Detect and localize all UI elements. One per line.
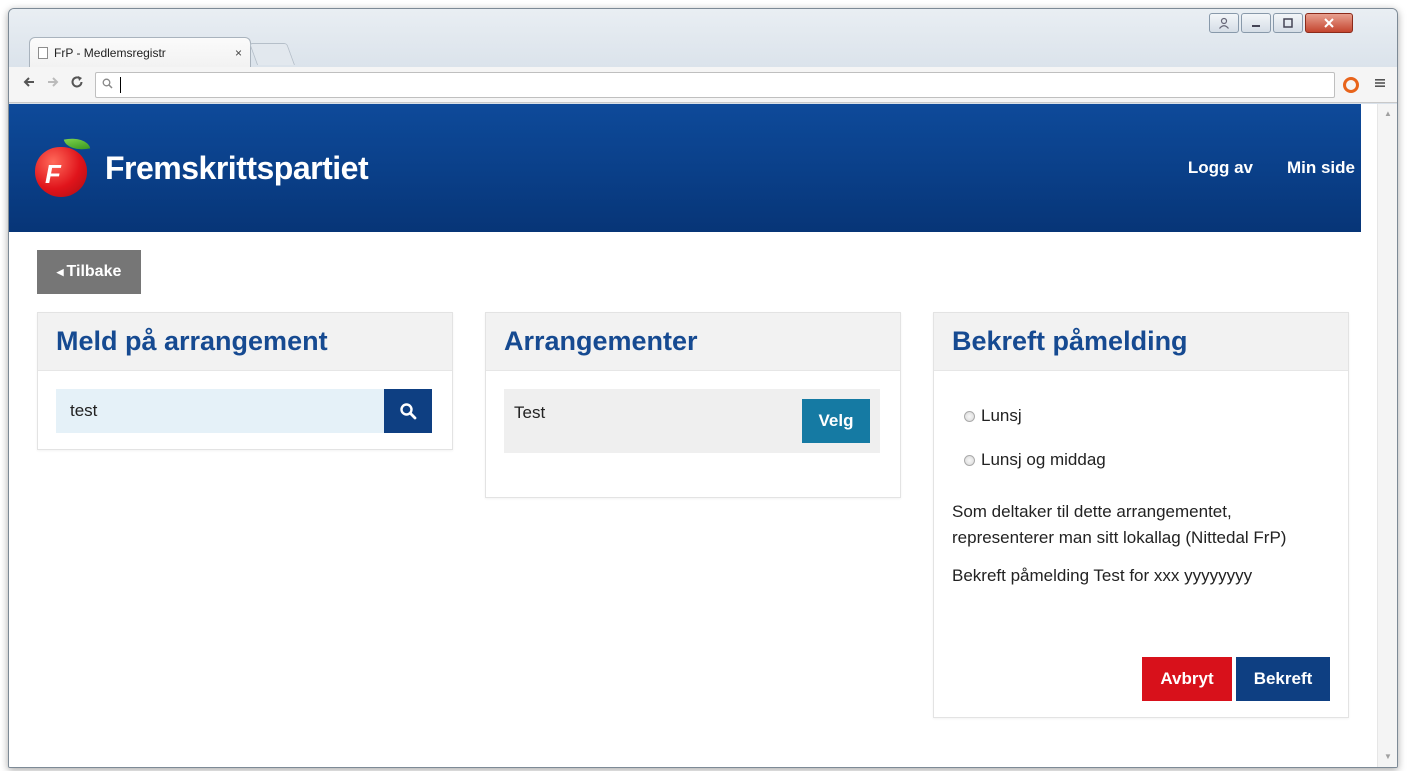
scroll-down-icon[interactable]: ▼ (1378, 749, 1397, 765)
brand-name[interactable]: Fremskrittspartiet (105, 150, 369, 187)
page-viewport: F Fremskrittspartiet Logg av Min side ◀ … (9, 104, 1397, 767)
meal-option-lunch-dinner[interactable]: Lunsj og middag (952, 447, 1332, 473)
scroll-up-icon[interactable]: ▲ (1378, 106, 1397, 122)
confirmation-summary: Bekreft påmelding Test for xxx yyyyyyyy (952, 566, 1253, 585)
event-name: Test (514, 403, 546, 422)
browser-tab[interactable]: FrP - Medlemsregistr × (29, 37, 251, 67)
confirm-button[interactable]: Bekreft (1236, 657, 1330, 701)
address-bar[interactable] (95, 71, 1335, 98)
browser-titlebar: FrP - Medlemsregistr × (9, 9, 1397, 67)
radio-button[interactable] (964, 410, 975, 422)
option-label: Lunsj (981, 406, 1022, 425)
party-logo[interactable]: F (31, 134, 93, 199)
events-panel-title: Arrangementer (486, 313, 900, 371)
events-panel: Arrangementer Test Velg (485, 312, 901, 498)
back-button-label: Tilbake (66, 263, 122, 280)
radio-button[interactable] (964, 454, 975, 466)
search-icon (102, 78, 120, 92)
forward-arrow-icon[interactable] (41, 75, 65, 94)
logo-letters: F (45, 159, 61, 189)
new-tab-button[interactable] (248, 43, 296, 65)
logout-link[interactable]: Logg av (1188, 158, 1253, 178)
list-item: Test Velg (504, 389, 880, 453)
my-page-link[interactable]: Min side (1287, 158, 1355, 178)
representation-info: Som deltaker til dette arrangementet, re… (952, 502, 1287, 547)
confirm-body: Lunsj Lunsj og middag Som deltaker til d… (952, 377, 1332, 589)
minimize-button[interactable] (1241, 13, 1271, 33)
confirm-panel: Bekreft påmelding Lunsj Lunsj og middag … (933, 312, 1349, 718)
meal-option-lunch[interactable]: Lunsj (952, 403, 1332, 429)
page-icon (38, 46, 48, 59)
search-icon (400, 403, 417, 420)
caret-left-icon: ◀ (56, 266, 64, 277)
maximize-button[interactable] (1273, 13, 1303, 33)
register-panel-title: Meld på arrangement (38, 313, 452, 371)
browser-toolbar (9, 67, 1397, 103)
event-search (56, 389, 432, 433)
text-cursor (120, 76, 121, 93)
search-input[interactable] (56, 389, 384, 433)
register-panel: Meld på arrangement (37, 312, 453, 450)
tab-close-icon[interactable]: × (235, 46, 242, 60)
user-icon[interactable] (1209, 13, 1239, 33)
back-arrow-icon[interactable] (17, 75, 41, 94)
header-nav: Logg av Min side (1188, 158, 1355, 178)
extension-icon[interactable] (1343, 76, 1359, 93)
window-controls (1209, 13, 1353, 35)
site-header: F Fremskrittspartiet Logg av Min side (9, 104, 1361, 232)
choose-event-button[interactable]: Velg (802, 399, 870, 443)
back-button[interactable]: ◀ Tilbake (37, 250, 141, 294)
cancel-button[interactable]: Avbryt (1142, 657, 1232, 701)
option-label: Lunsj og middag (981, 450, 1106, 469)
menu-icon[interactable] (1371, 76, 1389, 94)
apple-icon (35, 147, 87, 197)
reload-icon[interactable] (65, 75, 89, 94)
vertical-scrollbar[interactable]: ▲ ▼ (1377, 104, 1397, 767)
close-window-button[interactable] (1305, 13, 1353, 33)
browser-window: FrP - Medlemsregistr × F Fremskrittspart… (8, 8, 1398, 768)
confirm-actions: Avbryt Bekreft (1142, 657, 1330, 701)
tab-title: FrP - Medlemsregistr (54, 45, 166, 60)
confirm-panel-title: Bekreft påmelding (934, 313, 1348, 371)
search-button[interactable] (384, 389, 432, 433)
